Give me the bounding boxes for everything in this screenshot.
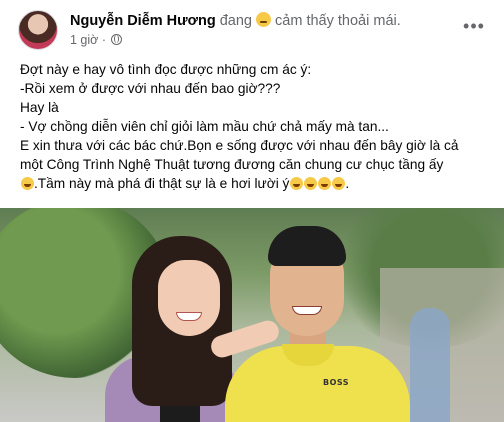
- body-line: -Rồi xem ở được với nhau đến bao giờ???: [20, 81, 281, 96]
- body-line: .Tầm này mà phá đi thật sự là e hơi lười…: [34, 176, 290, 191]
- body-line: Hay là: [20, 100, 59, 115]
- body-line: - Vợ chồng diễn viên chỉ giỏi làm mầu ch…: [20, 119, 389, 134]
- body-line: E xin thưa với các bác chứ.Bọn e sống đư…: [20, 138, 459, 153]
- post-photo[interactable]: BOSS: [0, 208, 504, 422]
- shirt-logo: BOSS: [323, 378, 350, 387]
- facebook-post: Nguyễn Diễm Hương đang cảm thấy thoải má…: [0, 0, 504, 422]
- status-suffix: cảm thấy thoải mái.: [275, 13, 401, 29]
- post-meta: 1 giờ ·: [70, 33, 123, 47]
- body-line-last: .Tầm này mà phá đi thật sự là e hơi lười…: [20, 174, 490, 193]
- rofl-icon: [318, 177, 332, 190]
- post-header: Nguyễn Diễm Hương đang cảm thấy thoải má…: [0, 0, 504, 56]
- rofl-icon: [332, 177, 346, 190]
- body-line: Đợt này e hay vô tình đọc được những cm …: [20, 62, 312, 77]
- more-horizontal-icon: •••: [463, 16, 485, 36]
- woman-face: [158, 260, 220, 336]
- post-body: Đợt này e hay vô tình đọc được những cm …: [20, 60, 490, 193]
- status-prefix: đang: [219, 13, 252, 29]
- rofl-icon: [304, 177, 318, 190]
- background-person: [410, 308, 450, 422]
- relieved-face-icon: [256, 12, 272, 27]
- more-button[interactable]: •••: [460, 14, 488, 38]
- author-line: Nguyễn Diễm Hương đang cảm thấy thoải má…: [70, 12, 401, 29]
- globe-icon[interactable]: [111, 34, 123, 45]
- body-line: một Công Trình Nghệ Thuật tương đương că…: [20, 157, 444, 172]
- laughing-face-icon: [21, 177, 34, 190]
- author-name[interactable]: Nguyễn Diễm Hương: [70, 13, 216, 29]
- rofl-icon: [290, 177, 304, 190]
- man-hair: [268, 226, 346, 266]
- post-time[interactable]: 1 giờ ·: [70, 33, 106, 47]
- avatar[interactable]: [18, 10, 58, 50]
- man-smile: [292, 306, 322, 315]
